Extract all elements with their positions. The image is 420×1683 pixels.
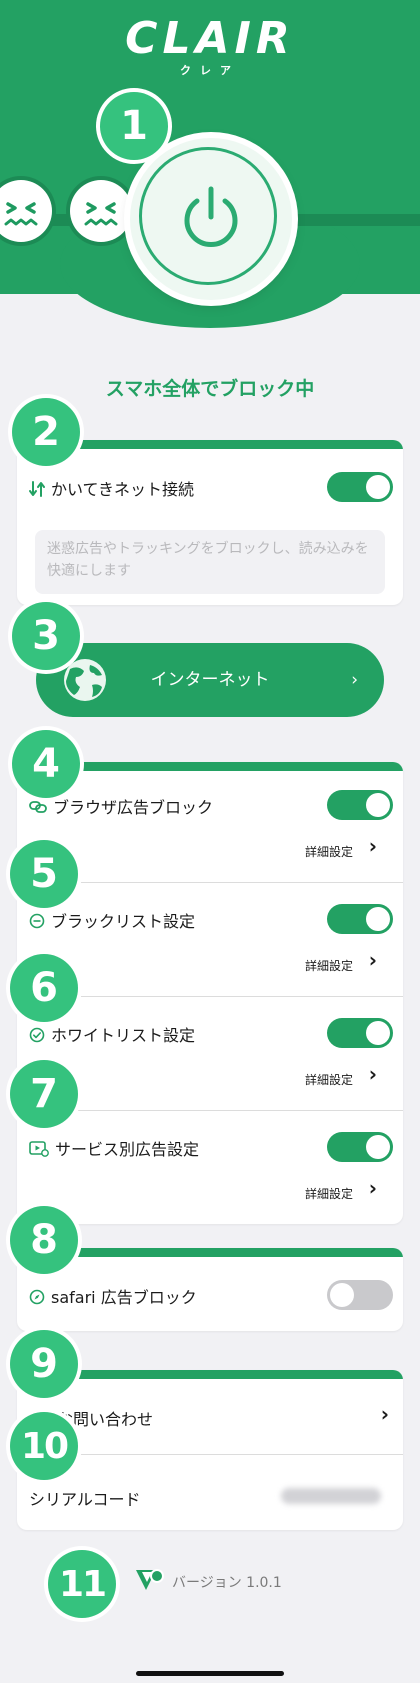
blacklist-detail-link[interactable]: 詳細設定 [305,957,353,974]
browser-adblock-toggle[interactable] [327,790,393,820]
annotation-badge-3: 3 [12,602,80,670]
whitelist-detail-link[interactable]: 詳細設定 [305,1071,353,1088]
chevron-right-icon[interactable]: › [369,1176,377,1200]
comfort-net-card: かいてきネット接続 迷惑広告やトラッキングをブロックし、読み込みを快適にします [17,440,403,605]
connection-icon [29,480,45,502]
safari-card: safari 広告ブロック [17,1248,403,1331]
chevron-right-icon: › [351,670,358,690]
network-select-button[interactable]: インターネット › [36,643,384,717]
comfort-net-description: 迷惑広告やトラッキングをブロックし、読み込みを快適にします [35,530,385,594]
home-indicator[interactable] [136,1671,284,1676]
annotation-badge-5: 5 [10,840,78,908]
annotation-badge-6: 6 [10,954,78,1022]
annotation-badge-2: 2 [12,398,80,466]
blacklist-toggle[interactable] [327,904,393,934]
safari-adblock-label: safari 広告ブロック [51,1288,197,1307]
browser-adblock-label: ブラウザ広告ブロック [53,798,214,817]
annotation-badge-7: 7 [10,1060,78,1128]
browser-adblock-row: ブラウザ広告ブロック [29,794,213,818]
service-adblock-toggle[interactable] [327,1132,393,1162]
annotation-badge-9: 9 [10,1330,78,1398]
serial-code-label: シリアルコード [29,1490,141,1509]
annotation-badge-1: 1 [100,92,168,160]
check-circle-icon [29,1027,45,1047]
divider [17,1110,403,1111]
chevron-right-icon[interactable]: › [369,948,377,972]
safari-adblock-row: safari 広告ブロック [29,1284,197,1309]
app-version: バージョン 1.0.1 [172,1575,282,1591]
power-button[interactable] [130,138,292,300]
chevron-right-icon[interactable]: › [381,1402,389,1426]
browser-adblock-detail-link[interactable]: 詳細設定 [305,843,353,860]
whitelist-toggle[interactable] [327,1018,393,1048]
whitelist-label: ホワイトリスト設定 [51,1026,196,1045]
annotation-badge-11: 11 [48,1550,116,1618]
whitelist-row: ホワイトリスト設定 [29,1022,195,1047]
block-status-text: スマホ全体でブロック中 [105,378,315,400]
power-icon [184,186,238,247]
network-label: インターネット [150,670,270,690]
app-icon [134,1566,166,1600]
blocked-ad-face-icon [0,180,52,242]
chevron-right-icon[interactable]: › [369,834,377,858]
serial-code-value [281,1488,381,1504]
app-logo-subtitle: クレア [180,64,240,77]
blacklist-row: ブラックリスト設定 [29,908,195,933]
comfort-net-label: かいてきネット接続 [51,480,195,499]
video-settings-icon [29,1140,49,1161]
safari-adblock-toggle[interactable] [327,1280,393,1310]
service-adblock-detail-link[interactable]: 詳細設定 [305,1185,353,1202]
compass-icon [29,1289,45,1309]
annotation-badge-10: 10 [10,1412,78,1480]
minus-circle-icon [29,913,45,933]
blocked-ad-face-icon [70,180,132,242]
app-logo: CLAIR [125,13,295,64]
comfort-net-toggle[interactable] [327,472,393,502]
annotation-badge-4: 4 [12,730,80,798]
chevron-right-icon[interactable]: › [369,1062,377,1086]
comfort-net-row: かいてきネット接続 [29,476,194,502]
link-icon [29,799,47,818]
blacklist-label: ブラックリスト設定 [51,912,196,931]
annotation-badge-8: 8 [10,1206,78,1274]
service-adblock-row: サービス別広告設定 [29,1136,199,1161]
service-adblock-label: サービス別広告設定 [55,1140,200,1159]
